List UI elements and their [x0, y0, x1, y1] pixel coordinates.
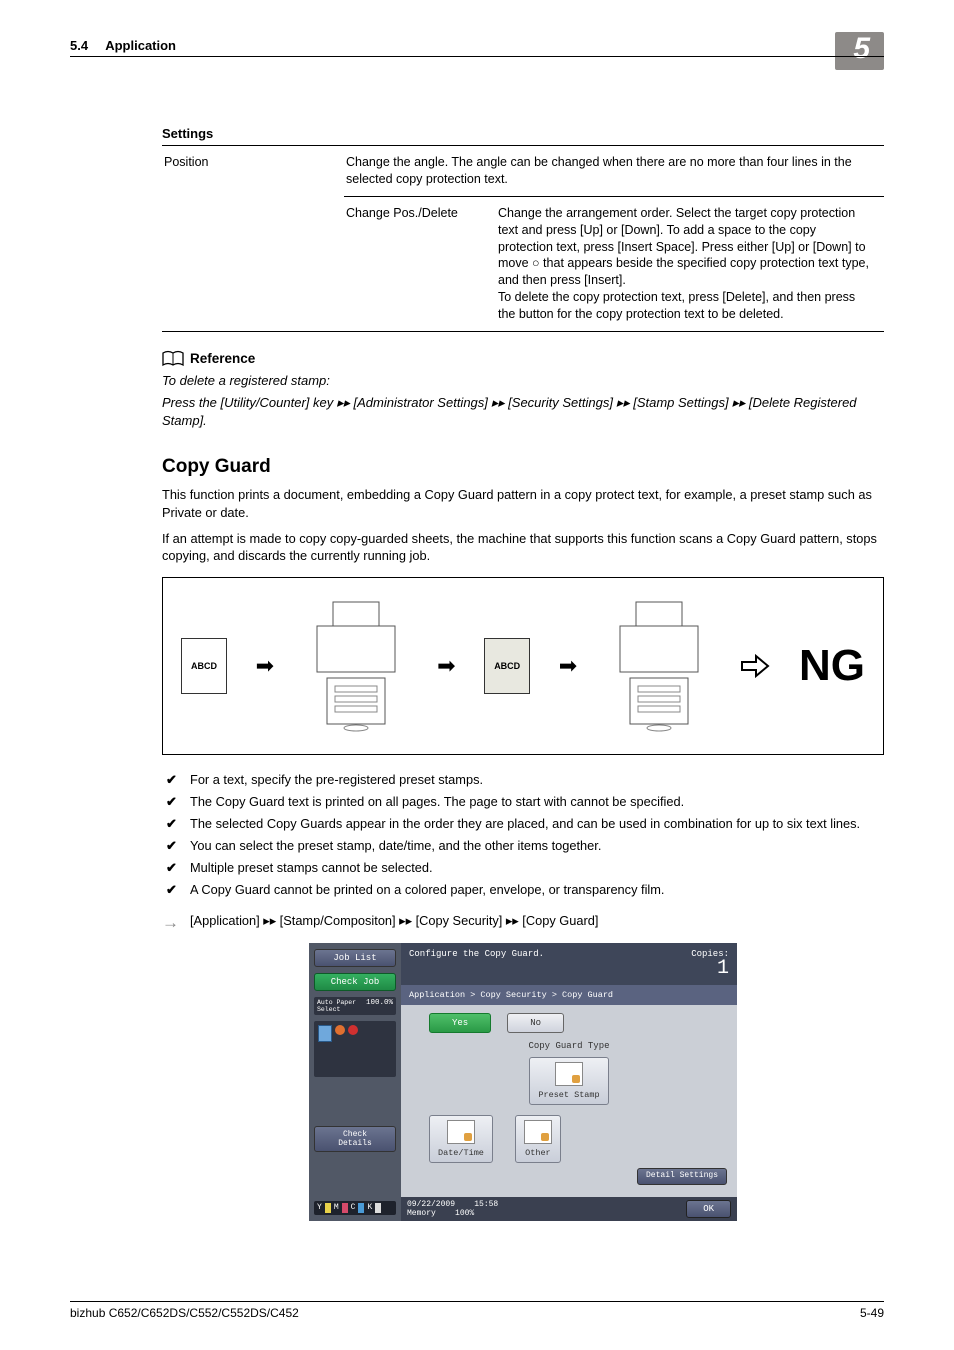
list-item: A Copy Guard cannot be printed on a colo… [162, 881, 884, 899]
arrow-outline-icon [740, 654, 770, 678]
copy-guard-diagram: ABCD ➡ ➡ ABCD ➡ [162, 577, 884, 755]
list-item: For a text, specify the pre-registered p… [162, 771, 884, 789]
doc-guarded-icon: ABCD [484, 638, 530, 694]
copy-guard-p2: If an attempt is made to copy copy-guard… [162, 530, 884, 565]
arrow-icon: ➡ [437, 653, 455, 679]
book-icon [162, 350, 184, 368]
copy-guard-p1: This function prints a document, embeddi… [162, 486, 884, 521]
ok-button[interactable]: OK [686, 1200, 731, 1218]
table-caption: Settings [162, 126, 884, 145]
chapter-number: 5 [835, 32, 884, 70]
yes-button[interactable]: Yes [429, 1013, 491, 1033]
list-item: Multiple preset stamps cannot be selecte… [162, 859, 884, 877]
detail-settings-button[interactable]: Detail Settings [637, 1168, 727, 1185]
reference-heading: Reference [190, 351, 255, 366]
arrow-icon: ➡ [559, 653, 577, 679]
job-list-button[interactable]: Job List [314, 949, 396, 967]
panel-body: Yes No Copy Guard Type Preset Stamp [401, 1005, 737, 1197]
settings-table: Position Change the angle. The angle can… [162, 145, 884, 332]
header-left: 5.4 Application [70, 38, 176, 53]
section-number: 5.4 [70, 38, 88, 53]
panel-sidebar: Job List Check Job Auto Paper Select 100… [309, 943, 401, 1221]
toner-levels: Y M C K [314, 1201, 396, 1215]
list-item: The selected Copy Guards appear in the o… [162, 815, 884, 833]
type-heading: Copy Guard Type [411, 1041, 727, 1051]
copies-value: 1 [717, 957, 729, 980]
date-icon [447, 1120, 475, 1144]
panel-footer: 09/22/2009 15:58 Memory 100% OK [401, 1197, 737, 1221]
ng-result: NG [799, 641, 865, 691]
check-job-button[interactable]: Check Job [314, 973, 396, 991]
doc-original-icon: ABCD [181, 638, 227, 694]
table-cell: Change the arrangement order. Select the… [496, 196, 884, 331]
paper-status: Auto Paper Select 100.0% [314, 997, 396, 1015]
list-item: You can select the preset stamp, date/ti… [162, 837, 884, 855]
panel-header: Configure the Copy Guard. Copies: 1 [401, 943, 737, 985]
arrow-icon: ➡ [256, 653, 274, 679]
list-item: The Copy Guard text is printed on all pa… [162, 793, 884, 811]
date-time-button[interactable]: Date/Time [429, 1115, 493, 1163]
section-title: Application [105, 38, 176, 53]
other-icon [524, 1120, 552, 1144]
header-right: 5 [835, 32, 884, 70]
footer-page: 5-49 [860, 1306, 884, 1320]
panel-breadcrumb: Application > Copy Security > Copy Guard [401, 985, 737, 1005]
footer-model: bizhub C652/C652DS/C552/C552DS/C452 [70, 1306, 299, 1320]
header-rule [70, 56, 884, 57]
table-cell: Change the angle. The angle can be chang… [344, 146, 884, 197]
other-button[interactable]: Other [515, 1115, 561, 1163]
printer-icon [606, 596, 712, 736]
printer-icon [303, 596, 409, 736]
preset-stamp-button[interactable]: Preset Stamp [529, 1057, 608, 1105]
reference-text: To delete a registered stamp: [162, 372, 884, 390]
copy-guard-heading: Copy Guard [162, 456, 884, 478]
table-cell: Position [162, 146, 344, 332]
preview-icon [314, 1021, 396, 1077]
panel-screenshot: Job List Check Job Auto Paper Select 100… [309, 943, 737, 1221]
table-cell: Change Pos./Delete [344, 196, 496, 331]
panel-title: Configure the Copy Guard. [409, 949, 544, 979]
no-button[interactable]: No [507, 1013, 564, 1033]
stamp-icon [555, 1062, 583, 1086]
reference-path: Press the [Utility/Counter] key ▸▸ [Admi… [162, 394, 884, 430]
navigation-path: → [Application] ▸▸ [Stamp/Compositon] ▸▸… [162, 913, 884, 929]
check-details-button[interactable]: Check Details [314, 1126, 396, 1152]
arrow-right-icon: → [162, 913, 179, 933]
bullet-list: For a text, specify the pre-registered p… [162, 771, 884, 898]
